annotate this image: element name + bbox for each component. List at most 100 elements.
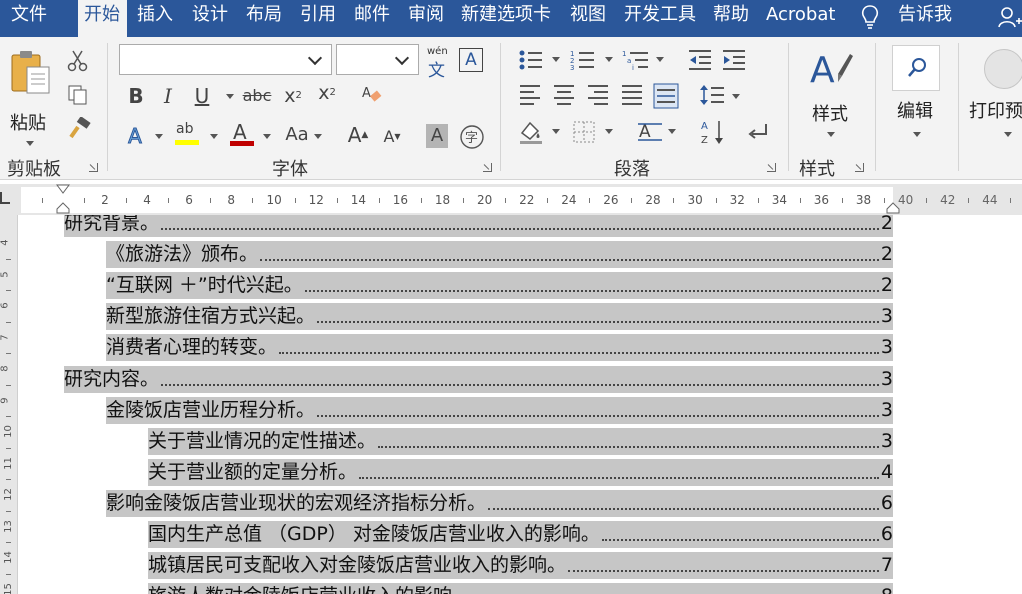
tab-help[interactable]: 帮助 (713, 0, 749, 37)
bullets-icon[interactable] (518, 48, 544, 72)
clear-formatting-icon[interactable]: A (360, 83, 384, 107)
character-shading-icon[interactable]: A (426, 124, 448, 148)
tab-view[interactable]: 视图 (570, 0, 606, 37)
tab-mailings[interactable]: 邮件 (354, 0, 390, 37)
show-hide-marks-icon[interactable] (746, 120, 770, 144)
right-indent-marker[interactable] (886, 202, 900, 214)
font-dialog-launcher-icon[interactable] (483, 163, 492, 172)
styles-dialog-launcher-icon[interactable] (855, 163, 864, 172)
paragraph-dialog-launcher-icon[interactable] (767, 163, 776, 172)
vertical-ruler-label: 13 (2, 519, 14, 533)
tab-developer[interactable]: 开发工具 (624, 0, 696, 37)
print-preview-button[interactable]: 打印预 (966, 45, 1022, 145)
share-user-icon[interactable] (997, 5, 1022, 31)
strikethrough-icon[interactable]: abc (243, 85, 272, 107)
tab-new-tab[interactable]: 新建选项卡 (461, 0, 551, 37)
decrease-indent-icon[interactable] (687, 48, 713, 72)
toc-entry[interactable]: 关于营业额的定量分析。 4 (148, 458, 893, 486)
toc-entry[interactable]: 研究内容。 3 (64, 365, 893, 393)
highlight-color-dropdown-icon[interactable] (210, 134, 218, 139)
align-right-icon[interactable] (586, 83, 610, 107)
toc-entry-text: 关于营业情况的定性描述。 (148, 429, 377, 452)
character-border-button[interactable]: A (459, 48, 483, 72)
editing-button[interactable]: 编辑 (890, 45, 946, 145)
shrink-font-icon[interactable]: A ▼ (380, 125, 404, 149)
vertical-ruler-tick (6, 384, 11, 386)
clipboard-dialog-launcher-icon[interactable] (89, 163, 98, 172)
phonetic-guide-button[interactable]: wén 文 (426, 46, 450, 81)
multilevel-list-icon[interactable]: 1 a i (622, 48, 650, 72)
ruler-tick (336, 198, 338, 203)
copy-icon[interactable] (67, 84, 89, 106)
tab-selector[interactable] (0, 192, 10, 204)
font-color-dropdown-icon[interactable] (263, 134, 271, 139)
chinese-layout-icon[interactable]: A (636, 120, 664, 144)
tab-acrobat[interactable]: Acrobat (766, 0, 835, 37)
change-case-icon[interactable]: Aa (282, 123, 312, 147)
borders-icon[interactable] (572, 120, 596, 144)
hanging-indent-marker[interactable] (56, 202, 70, 214)
line-spacing-icon[interactable] (699, 83, 725, 107)
numbering-dropdown-icon[interactable] (605, 57, 613, 62)
text-effects-icon[interactable]: A (125, 124, 145, 148)
multilevel-list-dropdown-icon[interactable] (656, 57, 664, 62)
toc-entry[interactable]: 国内生产总值 （GDP） 对金陵饭店营业收入的影响。 6 (148, 521, 893, 548)
align-left-icon[interactable] (518, 83, 542, 107)
vertical-ruler-label: 10 (2, 425, 14, 438)
bold-icon[interactable]: B (127, 85, 145, 107)
tab-insert[interactable]: 插入 (137, 0, 173, 37)
line-spacing-dropdown-icon[interactable] (732, 94, 740, 99)
change-case-dropdown-icon[interactable] (314, 134, 322, 139)
toc-entry[interactable]: 影响金陵饭店营业现状的宏观经济指标分析。 6 (106, 489, 893, 517)
tab-review[interactable]: 审阅 (408, 0, 444, 37)
font-color-icon[interactable]: A (229, 120, 255, 147)
align-center-icon[interactable] (552, 83, 576, 107)
tab-design[interactable]: 设计 (192, 0, 228, 37)
italic-icon[interactable]: I (159, 85, 177, 107)
document-page[interactable]: 研究背景。 2 《旅游法》颁布。 2 “互联网 ＋”时代兴起。 2 新型旅游住宿方式兴起。 3… (19, 215, 1022, 594)
underline-icon[interactable]: U (193, 85, 211, 107)
toc-entry[interactable]: 研究背景。 2 (64, 215, 893, 237)
first-line-indent-marker[interactable] (56, 184, 70, 194)
bullets-dropdown-icon[interactable] (552, 57, 560, 62)
tab-file[interactable]: 文件 (11, 0, 47, 37)
numbering-icon[interactable]: 1 2 3 (570, 48, 596, 72)
cut-icon[interactable] (66, 49, 90, 73)
editing-label: 编辑 (897, 101, 933, 122)
font-name-combobox[interactable] (119, 44, 332, 75)
toc-entry[interactable]: “互联网 ＋”时代兴起。 2 (106, 272, 893, 300)
toc-entry[interactable]: 城镇居民可支配收入对金陵饭店营业收入的影响。 7 (148, 552, 893, 580)
highlight-color-icon[interactable]: ab (174, 121, 200, 147)
toc-entry[interactable]: 新型旅游住宿方式兴起。 3 (106, 303, 893, 331)
svg-text:i: i (632, 64, 634, 72)
toc-entry[interactable]: 旅游人数对金陵饭店营业收入的影响。 8 (148, 583, 893, 594)
chinese-layout-dropdown-icon[interactable] (668, 129, 676, 134)
toc-entry[interactable]: 金陵饭店营业历程分析。 3 (106, 396, 893, 424)
shading-dropdown-icon[interactable] (552, 129, 560, 134)
ruler-label: 36 (813, 193, 830, 207)
tab-layout[interactable]: 布局 (246, 0, 282, 37)
grow-font-icon[interactable]: A ▲ (346, 122, 370, 148)
ruler-track[interactable] (21, 187, 893, 213)
ruler-label: 40 (898, 193, 914, 207)
format-painter-icon[interactable] (66, 117, 92, 141)
enclose-characters-icon[interactable]: 字 (459, 124, 485, 150)
sort-icon[interactable]: A Z (700, 118, 726, 146)
font-size-combobox[interactable] (336, 44, 419, 75)
paste-button[interactable]: 粘贴 (4, 47, 54, 147)
subscript-icon[interactable]: x2 (282, 85, 304, 107)
styles-button[interactable]: A 样式 (802, 46, 858, 146)
text-effects-dropdown-icon[interactable] (155, 134, 163, 139)
toc-entry[interactable]: 《旅游法》颁布。 2 (106, 241, 893, 269)
toc-entry[interactable]: 关于营业情况的定性描述。 3 (148, 427, 893, 455)
borders-dropdown-icon[interactable] (605, 129, 613, 134)
superscript-icon[interactable]: x2 (316, 82, 338, 104)
tab-references[interactable]: 引用 (300, 0, 336, 37)
justify-icon[interactable] (620, 83, 644, 107)
toc-entry[interactable]: 消费者心理的转变。 3 (106, 334, 893, 362)
tab-home[interactable]: 开始 (78, 0, 127, 37)
increase-indent-icon[interactable] (721, 48, 747, 72)
shading-icon[interactable] (518, 119, 544, 145)
distributed-icon[interactable] (653, 83, 679, 109)
underline-dropdown-icon[interactable] (226, 94, 234, 99)
